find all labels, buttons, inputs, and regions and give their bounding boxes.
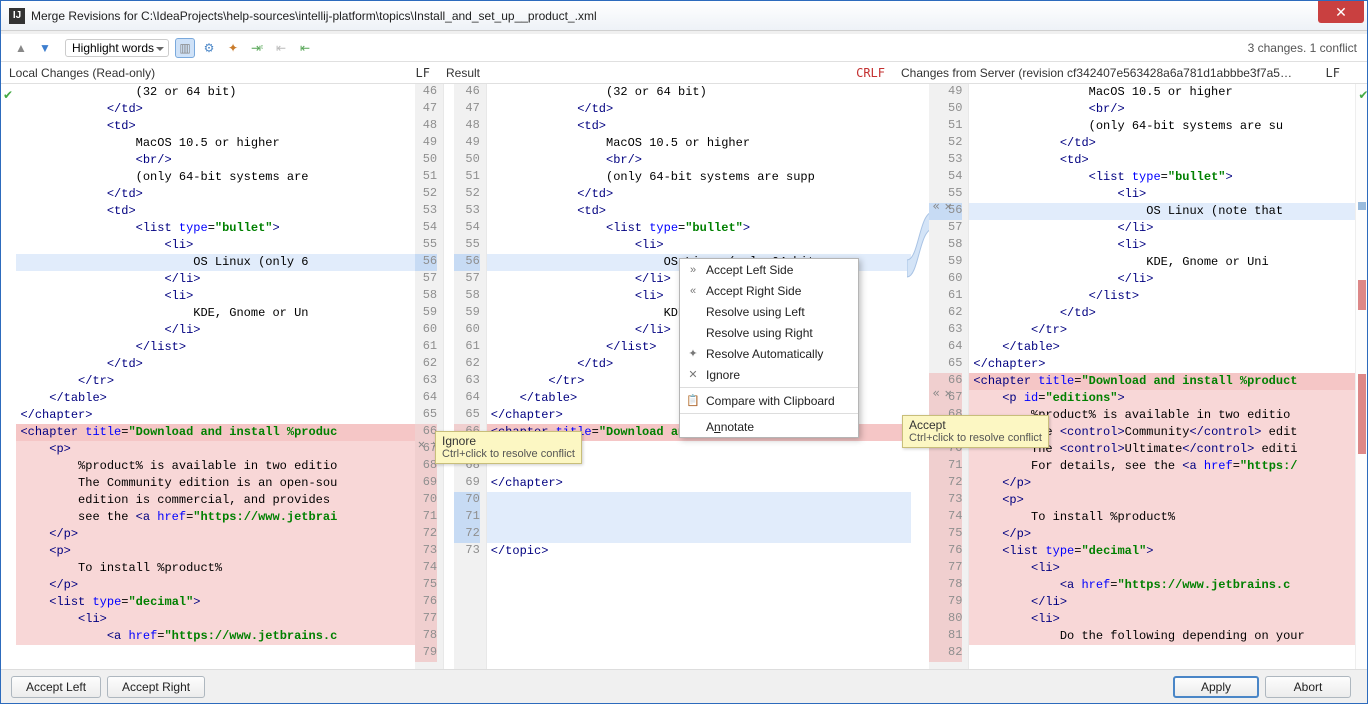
magic-resolve-button[interactable]: ✦ <box>223 38 243 58</box>
mid-line-ending: CRLF <box>856 66 885 80</box>
app-icon: IJ <box>9 8 25 24</box>
left-line-ending: LF <box>416 66 430 80</box>
toolbar: ▲ ▼ Highlight words ▥ ⚙ ✦ ⇥ᵗ ⇤ ⇤ 3 chang… <box>1 34 1367 62</box>
accepted-icon: ✔ <box>3 88 13 102</box>
left-pane-title: Local Changes (Read-only) <box>9 66 155 80</box>
footer: Accept Left Accept Right Apply Abort <box>1 669 1367 703</box>
marker[interactable] <box>1358 202 1366 210</box>
changes-status: 3 changes. 1 conflict <box>1248 41 1357 55</box>
right-code-pane[interactable]: MacOS 10.5 or higher <br/> (only 64-bit … <box>969 84 1355 662</box>
ctx-resolve-right[interactable]: Resolve using Right <box>680 322 858 343</box>
prev-diff-button[interactable]: ▲ <box>11 38 31 58</box>
titlebar: IJ Merge Revisions for C:\IdeaProjects\h… <box>1 1 1367 31</box>
ctx-compare-clipboard[interactable]: 📋Compare with Clipboard <box>680 390 858 411</box>
marker[interactable] <box>1358 374 1366 454</box>
chevrons-right-icon: » <box>686 264 700 276</box>
ctx-resolve-left[interactable]: Resolve using Left <box>680 301 858 322</box>
push-left-icon-2[interactable]: « <box>933 199 940 213</box>
chevrons-left-icon: « <box>686 285 700 297</box>
accept-tooltip: Accept Ctrl+click to resolve conflict <box>902 415 1049 448</box>
left-gutter: ✕ » 464748495051525354555657585960616263… <box>415 84 444 684</box>
ignore-right-icon-2[interactable]: ✕ <box>945 199 952 213</box>
x-icon: ✕ <box>686 368 700 381</box>
left-connector <box>444 84 454 684</box>
accepted-icon-right: ✔ <box>1358 88 1368 102</box>
ctx-resolve-auto[interactable]: ✦Resolve Automatically <box>680 343 858 364</box>
window-title: Merge Revisions for C:\IdeaProjects\help… <box>31 9 1318 23</box>
abort-button[interactable]: Abort <box>1265 676 1351 698</box>
mid-gutter: 4647484950515253545556575859606162636465… <box>454 84 487 684</box>
apply-nonconflict-left-button[interactable]: ⇥ᵗ <box>247 38 267 58</box>
magic-icon: ✦ <box>686 347 700 360</box>
ctx-accept-left[interactable]: »Accept Left Side <box>680 259 858 280</box>
next-diff-button[interactable]: ▼ <box>35 38 55 58</box>
right-connector <box>911 84 928 684</box>
ignore-tooltip: Ignore Ctrl+click to resolve conflict <box>435 431 582 464</box>
pane-headers: Local Changes (Read-only) LF Result CRLF C… <box>1 62 1367 84</box>
ignore-left-icon[interactable]: ✕ <box>418 437 425 451</box>
clipboard-icon: 📋 <box>686 394 700 407</box>
marker-strip[interactable]: ✔ <box>1355 84 1367 684</box>
marker[interactable] <box>1358 280 1366 310</box>
apply-all-button[interactable]: ⇤ <box>295 38 315 58</box>
accept-left-button[interactable]: Accept Left <box>11 676 101 698</box>
ignore-right-icon[interactable]: ✕ <box>945 386 952 400</box>
push-left-icon[interactable]: « <box>933 386 940 400</box>
ctx-accept-right[interactable]: «Accept Right Side <box>680 280 858 301</box>
whitespace-button[interactable]: ▥ <box>175 38 195 58</box>
accept-right-button[interactable]: Accept Right <box>107 676 205 698</box>
apply-nonconflict-right-button[interactable]: ⇤ <box>271 38 291 58</box>
mid-pane-title: Result <box>446 66 480 80</box>
ctx-ignore[interactable]: ✕Ignore <box>680 364 858 385</box>
ctx-annotate[interactable]: Annotate <box>680 416 858 437</box>
left-code-pane[interactable]: (32 or 64 bit) </td> <td> MacOS 10.5 or … <box>16 84 414 662</box>
settings-gear-icon[interactable]: ⚙ <box>199 38 219 58</box>
highlight-dropdown[interactable]: Highlight words <box>65 39 169 57</box>
right-gutter: « ✕ « ✕ 49505152535455565758596061626364… <box>929 84 970 684</box>
close-button[interactable]: ✕ <box>1318 1 1364 23</box>
apply-button[interactable]: Apply <box>1173 676 1259 698</box>
right-line-ending: LF <box>1326 66 1340 80</box>
right-pane-title: Changes from Server (revision cf342407e5… <box>901 66 1292 80</box>
context-menu: »Accept Left Side «Accept Right Side Res… <box>679 258 859 438</box>
